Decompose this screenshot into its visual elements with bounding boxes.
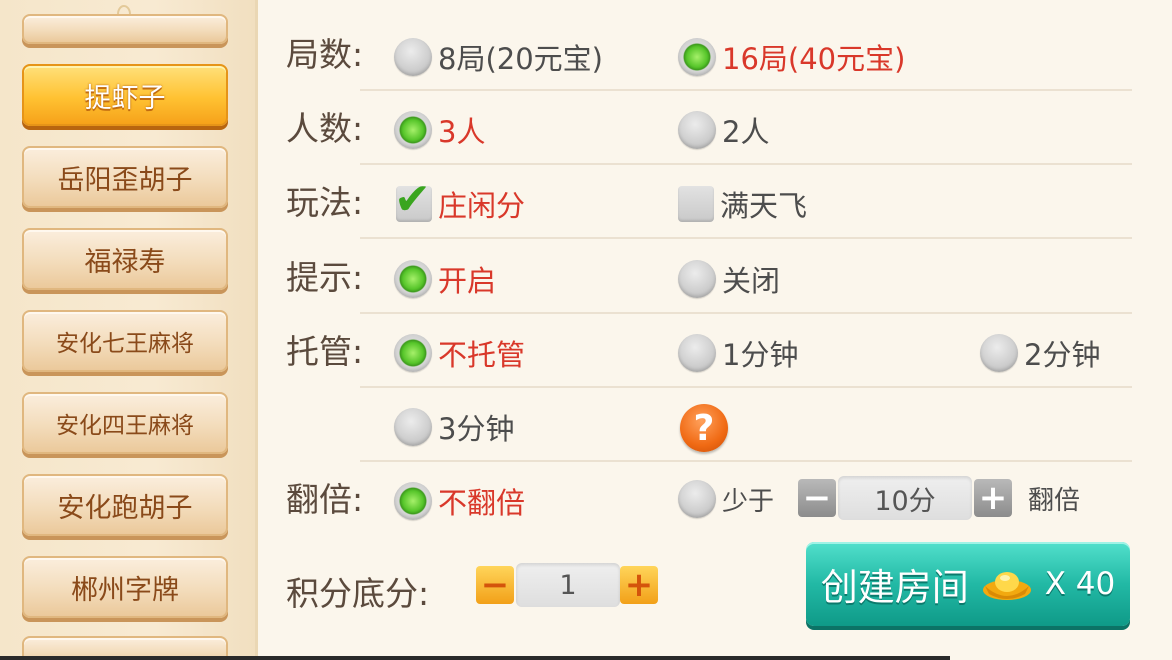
double-threshold-minus-button[interactable]: − xyxy=(798,479,836,517)
sidebar-item-fulushou[interactable]: 福禄寿 xyxy=(22,228,228,290)
double-threshold-value: 10分 xyxy=(838,476,972,520)
radio-icon[interactable] xyxy=(394,38,432,76)
players-option-3[interactable]: 3人 xyxy=(394,109,485,151)
players-option-2[interactable]: 2人 xyxy=(678,109,769,151)
base-score-minus-button[interactable]: − xyxy=(476,566,514,604)
sidebar-item-chenzhou-zipai[interactable]: 郴州字牌 xyxy=(22,556,228,618)
option-text: 1分钟 xyxy=(722,338,799,372)
double-option-none[interactable]: 不翻倍 xyxy=(394,480,525,522)
sidebar-item-anhua-qiwang-majiang[interactable]: 安化七王麻将 xyxy=(22,310,228,372)
option-text: 2分钟 xyxy=(1024,338,1101,372)
sidebar-item-partial-top[interactable] xyxy=(22,14,228,44)
create-room-label: 创建房间 xyxy=(820,566,969,609)
gameplay-option-zhuangxianfen[interactable]: ✔ 庄闲分 xyxy=(394,178,526,225)
option-text: 不翻倍 xyxy=(438,486,526,520)
sidebar-item-label: 安化四王麻将 xyxy=(56,413,194,439)
option-text: 开启 xyxy=(438,264,497,298)
gameplay-option-mantianfei[interactable]: 满天飞 xyxy=(678,183,807,225)
option-text: 少于 xyxy=(722,486,775,517)
row-divider xyxy=(360,237,1132,239)
sidebar-item-label: 捉虾子 xyxy=(84,82,166,114)
autoplay-option-1min[interactable]: 1分钟 xyxy=(678,332,798,374)
sidebar-item-zhuoxiazi[interactable]: 捉虾子 xyxy=(22,64,228,126)
hint-label: 提示: xyxy=(286,258,364,297)
base-score-value: 1 xyxy=(516,563,620,607)
radio-icon[interactable] xyxy=(980,334,1018,372)
checkbox-checked-icon[interactable]: ✔ xyxy=(394,178,432,222)
create-room-cost: X 40 xyxy=(1044,566,1116,602)
radio-selected-icon[interactable] xyxy=(678,38,716,76)
help-question-icon[interactable]: ? xyxy=(680,404,728,452)
sidebar-item-label: 岳阳歪胡子 xyxy=(57,164,193,196)
gameplay-label: 玩法: xyxy=(286,183,364,222)
room-options-panel: 局数: 8局(20元宝) 16局(40元宝) 人数: 3人 2人 玩法: ✔ 庄… xyxy=(258,0,1172,660)
checkbox-icon[interactable] xyxy=(678,186,714,222)
base-score-label: 积分底分: xyxy=(286,574,430,613)
autoplay-label: 托管: xyxy=(286,332,364,371)
row-divider xyxy=(360,89,1132,91)
radio-icon[interactable] xyxy=(678,111,716,149)
bottom-edge-bar xyxy=(0,656,950,660)
radio-icon[interactable] xyxy=(394,408,432,446)
row-divider xyxy=(360,386,1132,388)
double-label: 翻倍: xyxy=(286,480,364,519)
sidebar-item-anhua-siwang-majiang[interactable]: 安化四王麻将 xyxy=(22,392,228,454)
rounds-option-16[interactable]: 16局(40元宝) xyxy=(678,36,905,78)
radio-icon[interactable] xyxy=(678,480,716,518)
hint-option-on[interactable]: 开启 xyxy=(394,258,496,300)
option-text: 满天飞 xyxy=(720,189,808,223)
rounds-label: 局数: xyxy=(286,35,364,74)
option-text: 2人 xyxy=(722,115,770,149)
sidebar-item-label: 福禄寿 xyxy=(84,246,166,278)
double-option-less-than[interactable]: 少于 xyxy=(678,480,774,518)
rounds-option-8[interactable]: 8局(20元宝) xyxy=(394,36,603,78)
checkmark-icon: ✔ xyxy=(394,174,431,225)
radio-selected-icon[interactable] xyxy=(394,482,432,520)
sidebar-item-label: 安化七王麻将 xyxy=(56,331,194,357)
option-text: 关闭 xyxy=(722,264,781,298)
hint-option-off[interactable]: 关闭 xyxy=(678,258,780,300)
sidebar-item-anhua-paohuzi[interactable]: 安化跑胡子 xyxy=(22,474,228,536)
radio-selected-icon[interactable] xyxy=(394,260,432,298)
autoplay-option-2min[interactable]: 2分钟 xyxy=(980,332,1100,374)
sidebar-item-label: 安化跑胡子 xyxy=(57,492,193,524)
autoplay-option-3min[interactable]: 3分钟 xyxy=(394,406,514,448)
row-divider xyxy=(360,163,1132,165)
radio-icon[interactable] xyxy=(678,334,716,372)
sidebar-item-label: 郴州字牌 xyxy=(71,574,179,606)
sidebar-item-yueyang-waihuzi[interactable]: 岳阳歪胡子 xyxy=(22,146,228,208)
double-suffix-text: 翻倍 xyxy=(1028,486,1081,516)
players-label: 人数: xyxy=(286,109,364,148)
game-list-sidebar: 捉虾子 岳阳歪胡子 福禄寿 安化七王麻将 安化四王麻将 安化跑胡子 郴州字牌 xyxy=(0,0,258,656)
autoplay-option-none[interactable]: 不托管 xyxy=(394,332,525,374)
base-score-plus-button[interactable]: + xyxy=(620,566,658,604)
option-text: 不托管 xyxy=(438,338,526,372)
option-text: 3分钟 xyxy=(438,412,515,446)
option-text: 3人 xyxy=(438,115,486,149)
sidebar-item-partial-bottom[interactable] xyxy=(22,636,228,656)
option-text: 16局(40元宝) xyxy=(722,42,906,76)
row-divider xyxy=(360,460,1132,462)
create-room-button[interactable]: 创建房间 X 40 xyxy=(806,542,1130,626)
radio-selected-icon[interactable] xyxy=(394,111,432,149)
option-text: 8局(20元宝) xyxy=(438,42,603,76)
double-threshold-plus-button[interactable]: + xyxy=(974,479,1012,517)
radio-selected-icon[interactable] xyxy=(394,334,432,372)
gold-ingot-icon xyxy=(982,572,1031,600)
radio-icon[interactable] xyxy=(678,260,716,298)
row-divider xyxy=(360,312,1132,314)
option-text: 庄闲分 xyxy=(438,189,526,223)
